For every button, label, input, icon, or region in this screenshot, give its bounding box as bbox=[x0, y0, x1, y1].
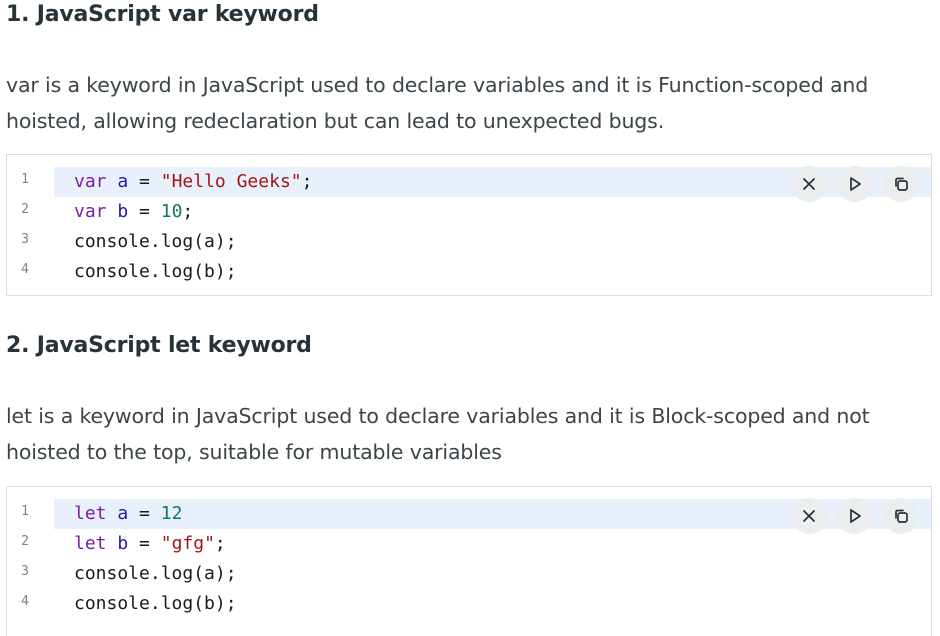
section-2-heading: 2. JavaScript let keyword bbox=[6, 333, 312, 358]
code-line[interactable]: 3 console.log(a); bbox=[7, 227, 931, 257]
copy-button[interactable] bbox=[883, 498, 919, 534]
code-text[interactable]: console.log(a); bbox=[74, 561, 237, 587]
editor-toolbar bbox=[791, 498, 919, 534]
code-text[interactable]: console.log(b); bbox=[74, 259, 237, 285]
code-line[interactable]: 4 console.log(b); bbox=[7, 589, 931, 619]
code-text[interactable]: let a = 12 bbox=[74, 501, 182, 527]
play-icon bbox=[850, 177, 861, 191]
run-button[interactable] bbox=[837, 166, 873, 202]
clear-button[interactable] bbox=[791, 498, 827, 534]
line-number: 4 bbox=[21, 594, 29, 609]
code-text[interactable]: console.log(a); bbox=[74, 229, 237, 255]
line-number: 2 bbox=[21, 534, 29, 549]
copy-button[interactable] bbox=[883, 166, 919, 202]
close-icon bbox=[803, 178, 815, 190]
play-icon bbox=[850, 509, 861, 523]
line-number: 1 bbox=[21, 172, 29, 187]
code-text[interactable]: var b = 10; bbox=[74, 199, 193, 225]
clear-button[interactable] bbox=[791, 166, 827, 202]
editor-toolbar bbox=[791, 166, 919, 202]
line-number: 3 bbox=[21, 564, 29, 579]
section-1-description: var is a keyword in JavaScript used to d… bbox=[6, 73, 869, 133]
line-number: 2 bbox=[21, 202, 29, 217]
code-text[interactable]: var a = "Hello Geeks"; bbox=[74, 169, 312, 195]
code-text[interactable]: let b = "gfg"; bbox=[74, 531, 226, 557]
close-icon bbox=[803, 510, 815, 522]
run-button[interactable] bbox=[837, 498, 873, 534]
code-line[interactable]: 4 console.log(b); bbox=[7, 257, 931, 287]
code-editor-1[interactable]: 1 var a = "Hello Geeks"; 2 var b = 10; 3… bbox=[6, 154, 932, 296]
line-number: 3 bbox=[21, 232, 29, 247]
line-number: 1 bbox=[21, 504, 29, 519]
copy-icon bbox=[895, 177, 908, 191]
copy-icon bbox=[895, 509, 908, 523]
code-line[interactable]: 3 console.log(a); bbox=[7, 559, 931, 589]
line-number: 4 bbox=[21, 262, 29, 277]
code-editor-2[interactable]: 1 let a = 12 2 let b = "gfg"; 3 console.… bbox=[6, 486, 932, 636]
code-text[interactable]: console.log(b); bbox=[74, 591, 237, 617]
section-2-description: let is a keyword in JavaScript used to d… bbox=[6, 404, 870, 464]
section-1-heading: 1. JavaScript var keyword bbox=[6, 2, 319, 27]
